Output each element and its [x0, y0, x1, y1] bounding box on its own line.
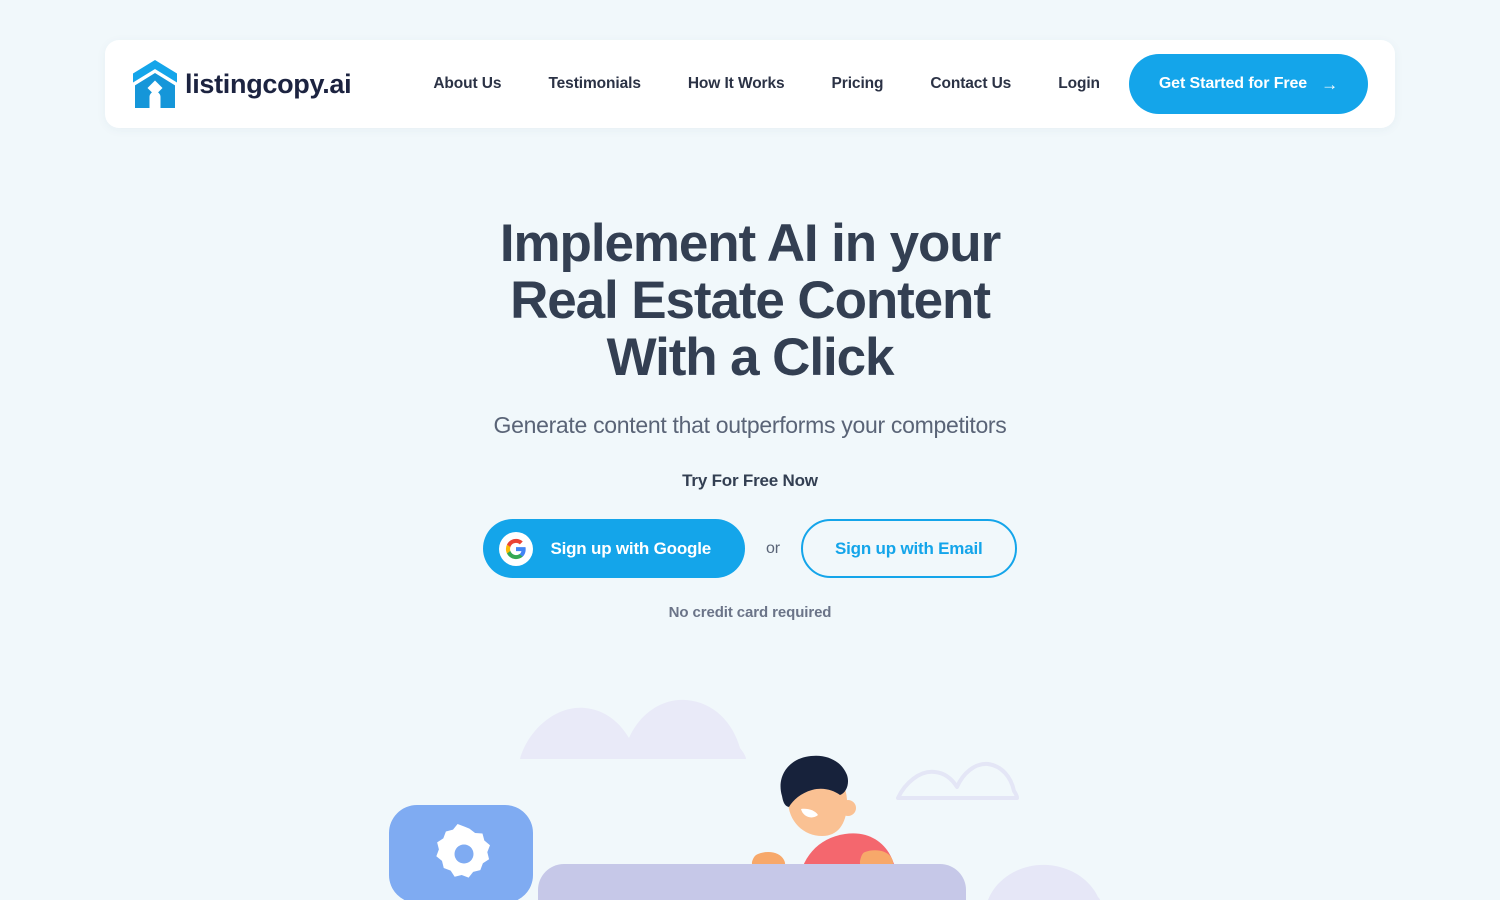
nav-item-about-us[interactable]: About Us	[433, 65, 501, 103]
page-title: Implement AI in your Real Estate Content…	[0, 215, 1500, 386]
headline-line-3: With a Click	[606, 328, 895, 387]
gear-speech-bubble-icon	[389, 805, 533, 900]
no-credit-card-note: No credit card required	[668, 604, 832, 621]
sign-up-with-email-button[interactable]: Sign up with Email	[801, 519, 1017, 578]
sign-up-with-google-button[interactable]: Sign up with Google	[483, 519, 745, 578]
landing-page: listingcopy.ai About Us Testimonials How…	[0, 0, 1500, 900]
hero-illustration	[0, 660, 1500, 900]
hero-section: Implement AI in your Real Estate Content…	[0, 215, 1500, 621]
sign-up-with-email-label: Sign up with Email	[835, 538, 983, 558]
nav-item-login[interactable]: Login	[1058, 65, 1100, 103]
person-illustration	[751, 755, 899, 892]
nav-item-contact-us[interactable]: Contact Us	[930, 65, 1011, 103]
or-separator: or	[765, 539, 780, 557]
google-g-icon	[499, 531, 534, 566]
hero-subheadline: Generate content that outperforms your c…	[493, 412, 1007, 438]
brand-name: listingcopy.ai	[185, 68, 352, 99]
nav-item-testimonials[interactable]: Testimonials	[548, 65, 641, 103]
get-started-label: Get Started for Free	[1158, 75, 1308, 92]
cloud-filled-icon	[520, 699, 746, 759]
house-logo-icon	[133, 60, 177, 108]
try-for-free-label: Try For Free Now	[682, 471, 818, 490]
cloud-outline-icon	[896, 761, 1019, 800]
monitor-illustration	[538, 864, 966, 900]
headline-line-2: Real Estate Content	[510, 271, 991, 330]
arrow-right-icon: →	[1321, 74, 1338, 94]
site-header: listingcopy.ai About Us Testimonials How…	[105, 40, 1395, 128]
cloud-bottom-right-icon	[988, 864, 1100, 900]
headline-line-1: Implement AI in your	[499, 214, 1001, 273]
brand-logo-link[interactable]: listingcopy.ai	[133, 60, 352, 108]
get-started-button[interactable]: Get Started for Free →	[1128, 54, 1368, 114]
sign-up-with-google-label: Sign up with Google	[550, 538, 711, 558]
main-navigation: About Us Testimonials How It Works Prici…	[433, 65, 1106, 103]
gear-icon	[436, 824, 490, 878]
header-card: listingcopy.ai About Us Testimonials How…	[105, 40, 1395, 128]
nav-item-how-it-works[interactable]: How It Works	[688, 65, 785, 103]
nav-item-pricing[interactable]: Pricing	[832, 65, 884, 103]
signup-options: Sign up with Google or Sign up with Emai…	[0, 519, 1500, 578]
